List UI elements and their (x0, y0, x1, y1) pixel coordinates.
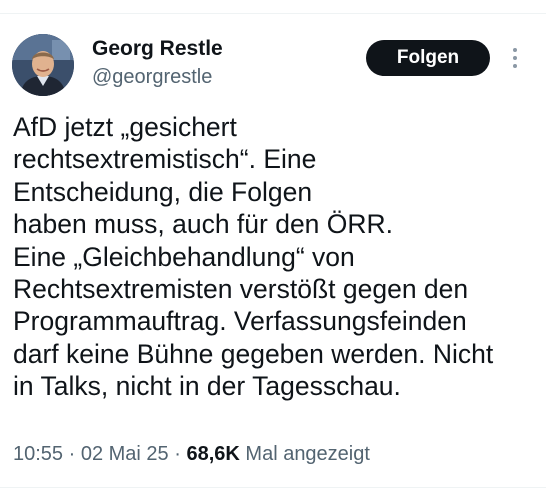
author-name[interactable]: Georg Restle (92, 36, 223, 62)
meta-separator: · (63, 443, 81, 465)
more-vertical-icon[interactable] (504, 44, 526, 72)
bottom-divider (0, 487, 546, 488)
tweet-text-line: Eine „Gleichbehandlung“ von (13, 241, 355, 272)
tweet-text-line: rechtsextremistisch“. Eine (13, 144, 317, 175)
more-dot (513, 48, 517, 52)
more-dot (513, 56, 517, 60)
tweet-meta: 10:55 · 02 Mai 25 · 68,6K Mal angezeigt (13, 441, 370, 467)
avatar-photo (12, 34, 74, 96)
more-dot (513, 64, 517, 68)
tweet-text-line: Programmauftrag. Verfassungsfeinden (13, 306, 467, 337)
tweet-text-line: in Talks, nicht in der Tagesschau. (13, 371, 401, 402)
follow-button[interactable]: Folgen (366, 40, 490, 76)
meta-separator: · (168, 443, 187, 465)
tweet-text-line: haben muss, auch für den ÖRR. (13, 209, 394, 240)
tweet-text-line: darf keine Bühne gegeben werden. Nicht (13, 338, 494, 369)
tweet-text-line: Rechtsextremisten verstößt gegen den (13, 274, 469, 305)
tweet-time[interactable]: 10:55 (13, 443, 63, 465)
author-handle[interactable]: @georgrestle (92, 64, 212, 90)
tweet-date[interactable]: 02 Mai 25 (81, 443, 169, 465)
tweet-text: AfD jetzt „gesichert rechtsextremistisch… (13, 111, 538, 403)
views-count: 68,6K (186, 443, 240, 465)
tweet-text-line: Entscheidung, die Folgen (13, 176, 313, 207)
avatar[interactable] (12, 34, 74, 96)
views-label: Mal angezeigt (245, 443, 370, 465)
tweet: Georg Restle @georgrestle Folgen AfD jet… (0, 0, 546, 500)
tweet-text-line: AfD jetzt „gesichert (13, 112, 237, 142)
